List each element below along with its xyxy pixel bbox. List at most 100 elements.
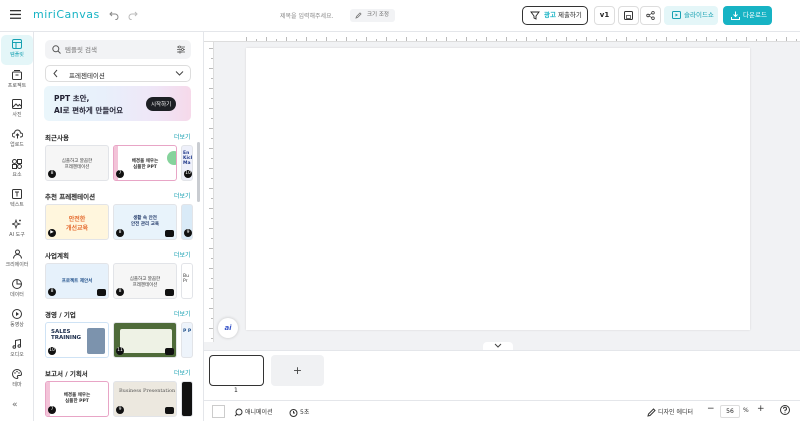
ruler-tick <box>376 39 377 41</box>
duration-button[interactable]: 5초 <box>289 407 309 417</box>
rail-label: 프로젝트 <box>7 83 27 89</box>
horizontal-ruler <box>204 32 800 42</box>
ruler-tick <box>346 37 347 41</box>
zoom-out-button[interactable]: − <box>707 404 715 414</box>
start-button[interactable]: 시작하기 <box>146 97 177 111</box>
search-input[interactable] <box>65 43 175 56</box>
logo[interactable]: miriCanvas <box>33 8 100 21</box>
more-link[interactable]: 더보기 <box>174 250 191 259</box>
submit-ad-button[interactable]: 광고 제출하기 <box>522 6 588 25</box>
filmstrip-toggle[interactable] <box>483 342 513 350</box>
rail-item-data[interactable]: 데이터 <box>1 275 33 305</box>
ruler-tick <box>686 37 687 41</box>
template-thumb[interactable]: Business Presentation 9 <box>113 381 177 417</box>
category-dropdown[interactable]: 프레젠테이션 <box>45 65 191 82</box>
more-link[interactable]: 더보기 <box>174 368 191 377</box>
template-thumb[interactable]: 안전한 개선교육 ▶ <box>45 204 109 240</box>
filter-settings-icon[interactable] <box>177 45 185 54</box>
template-thumb[interactable]: 심플하고 깔끔한 프레젠테이션 8 <box>113 263 177 299</box>
canvas-page[interactable] <box>246 48 750 330</box>
template-thumb[interactable]: 심플하고 깔끔한 프레젠테이션 8 <box>45 145 109 181</box>
template-thumb[interactable]: En Kick Ma 10 <box>181 145 193 181</box>
template-icon <box>12 39 22 49</box>
template-thumb[interactable]: 생활 속 안전 안전 관리 교육 8 <box>113 204 177 240</box>
slide-thumbnail[interactable] <box>209 355 264 386</box>
more-link[interactable]: 더보기 <box>174 191 191 200</box>
rail-item-upload[interactable]: 업로드 <box>1 125 33 155</box>
template-thumb[interactable]: 배경을 채우는 심플한 PPT 7 <box>45 381 109 417</box>
add-page-button[interactable]: + <box>271 355 324 386</box>
template-thumb[interactable]: 11 <box>113 322 177 358</box>
animation-button[interactable]: 애니메이션 <box>234 407 273 417</box>
thumb-caption: 심플하고 깔끔한 프레젠테이션 <box>61 159 93 170</box>
zoom-input[interactable]: 56 <box>720 405 740 418</box>
ruler-tick <box>616 39 617 41</box>
version-button[interactable]: v1 <box>594 6 615 25</box>
template-thumb[interactable]: P P <box>181 322 193 358</box>
more-link[interactable]: 더보기 <box>174 309 191 318</box>
rail-item-video[interactable]: 동영상 <box>1 305 33 335</box>
rail-item-audio[interactable]: 오디오 <box>1 335 33 365</box>
share-button[interactable] <box>640 6 661 25</box>
undo-icon[interactable] <box>109 10 119 20</box>
collapse-icon[interactable]: « <box>12 400 18 410</box>
ruler-tick <box>766 37 767 41</box>
ai-assistant-button[interactable]: ai <box>218 318 238 338</box>
panel-scrollbar[interactable] <box>197 142 200 202</box>
ruler-tick <box>211 58 213 59</box>
rail-item-theme[interactable]: 테마 <box>1 365 33 395</box>
filter-icon <box>530 11 540 20</box>
ruler-tick <box>446 37 447 41</box>
back-icon[interactable] <box>52 69 59 78</box>
template-thumb[interactable] <box>181 381 193 417</box>
template-thumb[interactable]: 9 <box>181 204 193 240</box>
template-thumb[interactable]: SALES TRAINING 10 <box>45 322 109 358</box>
resize-button[interactable]: 크기 조정 <box>350 9 395 22</box>
template-thumb[interactable]: 배경을 채우는 심플한 PPT 7 <box>113 145 177 181</box>
more-link[interactable]: 더보기 <box>174 132 191 141</box>
template-thumb[interactable]: 프로젝트 제안서 8 <box>45 263 109 299</box>
rail-item-photo[interactable]: 사진 <box>1 95 33 125</box>
timer-icon <box>289 409 298 417</box>
menu-icon[interactable] <box>10 10 21 19</box>
ruler-tick <box>209 268 213 269</box>
background-color-swatch[interactable] <box>212 405 225 418</box>
ruler-tick <box>566 37 567 41</box>
zoom-unit: % <box>743 407 749 414</box>
redo-icon[interactable] <box>128 10 138 20</box>
ruler-tick <box>496 39 497 41</box>
ruler-tick <box>776 39 777 41</box>
document-title[interactable]: 제목을 입력해주세요. <box>280 11 334 20</box>
ruler-tick <box>726 37 727 41</box>
pencil-icon <box>647 408 656 417</box>
ruler-tick <box>209 308 213 309</box>
page-count-badge: 11 <box>116 347 124 355</box>
ruler-tick <box>209 68 213 69</box>
ruler-tick <box>636 39 637 41</box>
ai-ppt-banner[interactable]: PPT 초안, AI로 편하게 만들어요 시작하기 <box>44 86 191 121</box>
rail-item-creator[interactable]: 크리에이터 <box>1 245 33 275</box>
design-editor-button[interactable]: 디자인 에디터 <box>647 407 693 417</box>
slideshow-button[interactable]: 슬라이드쇼 <box>664 6 718 25</box>
zoom-in-button[interactable]: + <box>757 404 765 414</box>
ruler-tick <box>516 39 517 41</box>
ruler-tick <box>211 278 213 279</box>
bottom-bar: 애니메이션 5초 디자인 에디터 − 56 % + <box>204 400 800 421</box>
section-title: 추천 프레젠테이션 <box>45 193 96 201</box>
rail-item-ai-tools[interactable]: AI 도구 <box>1 215 33 245</box>
rail-item-elements[interactable]: 요소 <box>1 155 33 185</box>
rail-item-project[interactable]: 프로젝트 <box>1 66 33 96</box>
help-button[interactable] <box>780 405 792 415</box>
save-button[interactable] <box>618 6 639 25</box>
thumb-caption: 배경을 채우는 심플한 PPT <box>131 159 159 170</box>
download-button[interactable]: 다운로드 <box>723 6 772 25</box>
play-badge: ▶ <box>48 229 56 237</box>
ruler-tick <box>386 37 387 41</box>
template-thumb[interactable]: Bu Pr <box>181 263 193 299</box>
ruler-tick <box>209 148 213 149</box>
thumb-caption: P P <box>183 329 192 334</box>
rail-item-template[interactable]: 템플릿 <box>1 35 33 65</box>
rail-item-text[interactable]: 텍스트 <box>1 185 33 215</box>
ruler-tick <box>209 288 213 289</box>
banner-line2: AI로 편하게 만들어요 <box>54 106 124 115</box>
